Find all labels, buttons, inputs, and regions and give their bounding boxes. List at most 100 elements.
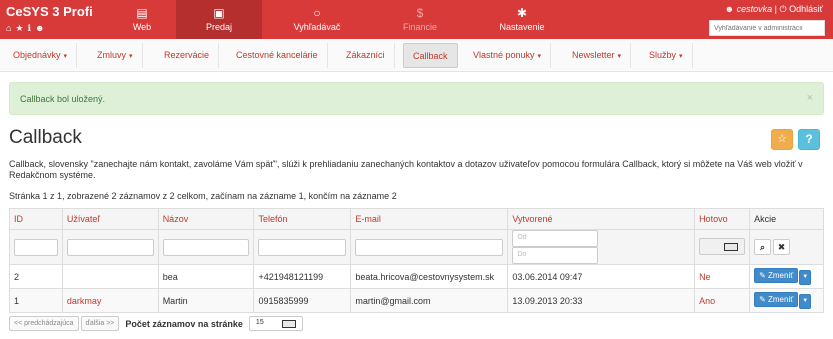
filter-email-input[interactable]: [355, 238, 504, 256]
nav-financie-label: Financie: [402, 22, 438, 32]
logout-link[interactable]: Odhlásiť: [789, 4, 823, 14]
user-icon[interactable]: ☻: [35, 23, 44, 34]
nav-vyhladavac-label: Vyhľadávač: [293, 22, 341, 32]
nav-vyhladavac[interactable]: ○ Vyhľadávač: [272, 0, 362, 39]
filter-done-select[interactable]: [699, 237, 746, 255]
cell-created: 03.06.2014 09:47: [507, 264, 696, 289]
subnav-cestovne-kancelarie-label: Cestovné kancelárie: [236, 50, 318, 60]
edit-button[interactable]: ✎ Zmeniť: [754, 268, 799, 283]
success-alert: Callback bol uložený. ×: [9, 82, 824, 115]
cell-user[interactable]: darkmay: [61, 288, 159, 313]
nav-nastavenie[interactable]: ✱ Nastavenie: [480, 0, 564, 39]
subnav-callback[interactable]: Callback: [403, 43, 458, 68]
filter-phone-input[interactable]: [258, 238, 347, 256]
chevron-down-icon: ▾: [63, 53, 68, 60]
user-separator: |: [774, 4, 777, 14]
edit-button[interactable]: ✎ Zmeniť: [754, 292, 799, 307]
actions-dropdown-button[interactable]: ▼: [799, 294, 812, 309]
user-area: ☻ cestovka | ⏻ Odhlásiť: [725, 4, 823, 15]
cell-name: Martin: [157, 288, 255, 313]
subnav-cestovne-kancelarie[interactable]: Cestovné kancelárie: [227, 43, 328, 68]
column-header-user[interactable]: Užívateľ: [61, 208, 159, 230]
page-description: Callback, slovensky "zanechajte nám kont…: [9, 159, 803, 180]
actions-dropdown-button[interactable]: ▼: [799, 270, 812, 285]
gear-icon: ✱: [516, 6, 528, 20]
cell-email: beata.hricova@cestovnysystem.sk: [350, 264, 509, 289]
cell-created: 13.09.2013 20:33: [507, 288, 696, 313]
page-info: Stránka 1 z 1, zobrazené 2 záznamov z 2 …: [9, 191, 397, 201]
star-icon[interactable]: ★: [15, 23, 23, 34]
per-page-value: 15: [255, 319, 264, 326]
filter-date-from[interactable]: Od: [512, 230, 599, 247]
subnav-vlastne-ponuky[interactable]: Vlastné ponuky ▾: [464, 43, 552, 68]
filter-name-input[interactable]: [162, 238, 250, 256]
chevron-down-icon: ▾: [537, 53, 542, 60]
next-page-button[interactable]: ďalšia >>: [80, 316, 120, 331]
nav-predaj-label: Predaj: [205, 22, 232, 32]
cell-phone: 0915835999: [253, 288, 352, 313]
username[interactable]: cestovka: [737, 4, 773, 14]
brand-icons: ⌂ ★ ℹ ☻: [6, 23, 44, 34]
chevron-down-icon: ▾: [129, 53, 133, 60]
filter-date-to[interactable]: Do: [512, 247, 599, 264]
filter-cell: [350, 229, 509, 265]
nav-predaj[interactable]: ▣ Predaj: [176, 0, 262, 39]
help-button[interactable]: ?: [798, 129, 820, 150]
filter-id-input[interactable]: [14, 238, 58, 256]
edit-icon: ✎: [759, 271, 766, 280]
nav-nastavenie-label: Nastavenie: [499, 22, 545, 32]
cell-done: Ano: [694, 288, 751, 313]
info-icon[interactable]: ℹ: [28, 23, 31, 34]
subnav-zmluvy[interactable]: Zmluvy ▾: [88, 43, 143, 68]
pagination: << predchádzajúca ďalšia >> Počet záznam…: [9, 316, 303, 331]
subnav-zakaznici[interactable]: Zákazníci: [337, 43, 395, 68]
cell-user[interactable]: [61, 264, 159, 289]
close-icon[interactable]: ×: [807, 92, 813, 104]
chevron-down-icon: ▾: [679, 53, 683, 60]
subnav-sluzby-label: Služby: [649, 50, 677, 60]
filter-cell: [694, 229, 751, 265]
search-icon: ○: [313, 6, 321, 20]
prev-page-button[interactable]: << predchádzajúca: [9, 316, 79, 331]
app-title[interactable]: CeSYS 3 Profi: [6, 4, 93, 19]
filter-cell: [253, 229, 352, 265]
search-icon: ⌕: [760, 242, 766, 252]
filter-search-button[interactable]: ⌕: [754, 239, 772, 255]
cell-id: 1: [9, 288, 63, 313]
cell-id: 2: [9, 264, 63, 289]
favorite-button[interactable]: ☆: [771, 129, 793, 150]
briefcase-icon: ▣: [213, 6, 225, 20]
subnav-newsletter-label: Newsletter: [572, 50, 615, 60]
filter-cell: ⌕ ✖: [749, 229, 824, 265]
subnav-sluzby[interactable]: Služby ▾: [640, 43, 693, 68]
subnav-rezervacie[interactable]: Rezervácie: [155, 43, 220, 68]
table-row: 1 darkmay Martin 0915835999 martin@gmail…: [9, 288, 824, 313]
filter-clear-button[interactable]: ✖: [773, 239, 791, 255]
edit-button-label: Zmeniť: [768, 295, 794, 304]
edit-icon: ✎: [759, 295, 766, 304]
cell-email: martin@gmail.com: [350, 288, 509, 313]
column-header-id[interactable]: ID: [9, 208, 63, 230]
web-icon: ▤: [136, 6, 148, 20]
nav-financie[interactable]: $ Financie: [380, 0, 460, 39]
column-header-name[interactable]: Názov: [157, 208, 255, 230]
column-header-phone[interactable]: Telefón: [253, 208, 352, 230]
user-icon: ☻: [724, 4, 735, 14]
column-header-done[interactable]: Hotovo: [694, 208, 751, 230]
filter-user-input[interactable]: [66, 238, 154, 256]
column-header-created[interactable]: Vytvorené: [507, 208, 696, 230]
sub-nav: Objednávky ▾ Zmluvy ▾ Rezervácie Cestovné …: [0, 39, 833, 72]
clear-icon: ✖: [777, 242, 786, 252]
subnav-objednavky[interactable]: Objednávky ▾: [4, 43, 78, 68]
subnav-objednavky-label: Objednávky: [13, 50, 61, 60]
column-header-email[interactable]: E-mail: [350, 208, 509, 230]
admin-search-input[interactable]: [709, 20, 825, 36]
nav-web[interactable]: ▤ Web: [108, 0, 176, 39]
subnav-newsletter[interactable]: Newsletter ▾: [563, 43, 632, 68]
filter-cell: OdDo: [507, 229, 696, 265]
per-page-select[interactable]: 15: [248, 316, 303, 331]
home-icon[interactable]: ⌂: [6, 23, 11, 34]
table-header-row: ID Užívateľ Názov Telefón E-mail Vytvore…: [9, 208, 824, 230]
callback-table: ID Užívateľ Názov Telefón E-mail Vytvore…: [9, 208, 824, 313]
cell-name: bea: [157, 264, 255, 289]
